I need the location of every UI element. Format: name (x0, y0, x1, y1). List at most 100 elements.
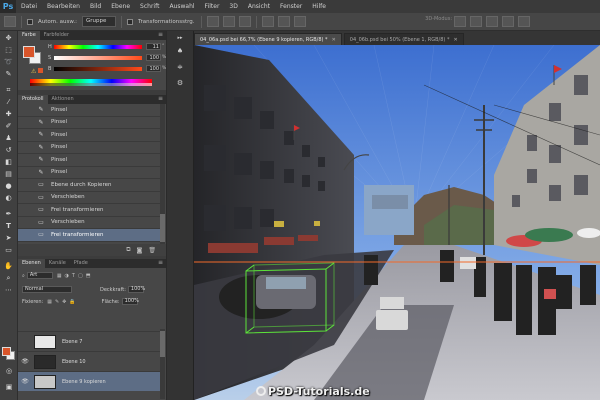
tab-farbfelder[interactable]: Farbfelder (40, 31, 73, 40)
roll-3d-icon[interactable] (470, 16, 482, 27)
layers-scrollbar-thumb[interactable] (160, 331, 165, 357)
tab-farbe[interactable]: Farbe (18, 31, 40, 40)
align-bottom-icon[interactable] (238, 16, 251, 27)
panel-menu-icon[interactable]: ≡ (158, 31, 163, 38)
layer-row[interactable]: Ebene 7 (18, 331, 160, 351)
eraser-tool-icon[interactable]: ◧ (3, 158, 15, 167)
brightness-slider[interactable] (54, 67, 142, 71)
menu-auswahl[interactable]: Auswahl (164, 3, 199, 10)
layer-name[interactable]: Ebene 7 (62, 339, 82, 345)
filter-pixel-icon[interactable]: ▦ (57, 273, 62, 279)
tab-pfade[interactable]: Pfade (70, 259, 92, 268)
color-spectrum-bar[interactable] (30, 79, 152, 86)
type-tool-icon[interactable]: T (3, 222, 15, 231)
lasso-tool-icon[interactable]: ➰ (3, 58, 15, 67)
dock-brush-presets-icon[interactable]: ♠ (172, 45, 188, 57)
saturation-value-field[interactable]: 100 (146, 54, 161, 61)
history-item[interactable]: ✎ Pinsel (18, 129, 160, 142)
panel-menu-icon[interactable]: ≡ (158, 95, 163, 102)
path-select-tool-icon[interactable]: ➤ (3, 234, 15, 243)
fill-field[interactable]: 100% (121, 298, 139, 305)
history-item[interactable]: ✎ Pinsel (18, 117, 160, 129)
scale-3d-icon[interactable] (518, 16, 530, 27)
rotate-3d-icon[interactable] (454, 16, 466, 27)
align-center-icon[interactable] (277, 16, 290, 27)
tab-kanaele[interactable]: Kanäle (45, 259, 70, 268)
history-item[interactable]: ▭ Frei transformieren (18, 204, 160, 217)
snapshot-camera-icon[interactable]: ◙ (137, 247, 143, 254)
hue-value-field[interactable]: 11 (146, 43, 161, 50)
gamut-warning-icon[interactable]: ⚠ (31, 68, 36, 75)
filter-type-icon[interactable]: T (72, 273, 75, 279)
marquee-tool-icon[interactable]: ⬚ (3, 46, 15, 55)
menu-hilfe[interactable]: Hilfe (307, 3, 331, 10)
eyedropper-tool-icon[interactable]: ⁄ (3, 98, 15, 107)
menu-fenster[interactable]: Fenster (275, 3, 307, 10)
layer-thumbnail[interactable] (34, 334, 56, 349)
healing-brush-tool-icon[interactable]: ✚ (3, 110, 15, 119)
layers-scrollbar[interactable] (160, 329, 165, 399)
history-item[interactable]: ✎ Pinsel (18, 154, 160, 167)
street-photo[interactable] (194, 45, 600, 400)
history-item[interactable]: ✎ Pinsel (18, 142, 160, 154)
auto-select-dropdown[interactable]: Gruppe (81, 16, 116, 27)
quick-mask-icon[interactable]: ◎ (3, 367, 15, 376)
history-item[interactable]: ▭ Ebene durch Kopieren (18, 179, 160, 192)
gamut-warning-swatch[interactable] (38, 68, 43, 73)
crop-tool-icon[interactable]: ⌗ (3, 86, 15, 95)
layer-name[interactable]: Ebene 10 (62, 359, 86, 365)
align-middle-icon[interactable] (222, 16, 235, 27)
clone-stamp-tool-icon[interactable]: ♟ (3, 134, 15, 143)
move-tool-icon[interactable]: ✥ (3, 34, 15, 43)
menu-ebene[interactable]: Ebene (106, 3, 135, 10)
history-item[interactable]: ▭ Verschieben (18, 217, 160, 229)
shape-tool-icon[interactable]: ▭ (3, 246, 15, 255)
new-document-from-state-icon[interactable]: ⧉ (126, 246, 130, 254)
layer-thumbnail[interactable] (34, 374, 56, 389)
brightness-value-field[interactable]: 100 (146, 65, 161, 72)
quick-select-tool-icon[interactable]: ✎ (3, 70, 15, 79)
zoom-tool-icon[interactable]: ⌕ (3, 274, 15, 283)
tab-ebenen[interactable]: Ebenen (18, 259, 45, 268)
slide-3d-icon[interactable] (502, 16, 514, 27)
auto-select-checkbox[interactable] (27, 18, 33, 25)
dock-properties-icon[interactable]: ≑ (172, 61, 188, 73)
lock-all-icon[interactable]: 🔒 (69, 299, 75, 305)
trash-icon[interactable]: 🗑 (148, 247, 156, 254)
document-tab-2[interactable]: 04_06b.psd bei 50% (Ebene 1, RGB/8) * ✕ (343, 33, 464, 45)
more-tools-icon[interactable]: ⋯ (3, 286, 15, 295)
layer-row[interactable]: 👁 Ebene 9 kopieren (18, 371, 160, 391)
filter-smart-icon[interactable]: ⬒ (86, 273, 91, 279)
pen-tool-icon[interactable]: ✒ (3, 210, 15, 219)
lock-transparent-icon[interactable]: ▦ (47, 299, 52, 305)
menu-bild[interactable]: Bild (85, 3, 106, 10)
menu-datei[interactable]: Datei (16, 3, 42, 10)
visibility-eye-icon[interactable]: 👁 (18, 358, 32, 365)
color-panel-foreground-swatch[interactable] (23, 46, 35, 58)
history-item[interactable]: ✎ Pinsel (18, 104, 160, 117)
close-icon[interactable]: ✕ (453, 37, 457, 43)
align-top-icon[interactable] (206, 16, 219, 27)
blend-mode-dropdown[interactable]: Normal (22, 286, 72, 293)
align-right-icon[interactable] (293, 16, 306, 27)
tab-protokoll[interactable]: Protokoll (18, 95, 48, 104)
dock-adjustments-icon[interactable]: ⚙ (172, 77, 188, 89)
brush-tool-icon[interactable]: ✐ (3, 122, 15, 131)
menu-3d[interactable]: 3D (224, 3, 242, 10)
document-canvas[interactable]: PSD-Tutorials.de (194, 45, 600, 400)
foreground-color-swatch[interactable] (2, 347, 11, 356)
history-item[interactable]: ✎ Pinsel (18, 167, 160, 179)
history-brush-tool-icon[interactable]: ↺ (3, 146, 15, 155)
hand-tool-icon[interactable]: ✋ (3, 262, 15, 271)
history-item[interactable]: ▭ Verschieben (18, 192, 160, 204)
filter-shape-icon[interactable]: ▢ (78, 273, 83, 279)
align-left-icon[interactable] (261, 16, 274, 27)
panel-menu-icon[interactable]: ≡ (158, 259, 163, 266)
document-tab-1[interactable]: 04_06a.psd bei 66,7% (Ebene 9 kopieren, … (194, 33, 342, 45)
tab-aktionen[interactable]: Aktionen (48, 95, 78, 104)
layer-filter-dropdown[interactable]: Art (26, 272, 53, 279)
history-scrollbar-thumb[interactable] (160, 214, 165, 242)
layer-row[interactable]: 👁 Ebene 10 (18, 351, 160, 371)
lock-pixels-icon[interactable]: ✎ (55, 299, 59, 305)
move-tool-preset-icon[interactable] (4, 16, 16, 27)
